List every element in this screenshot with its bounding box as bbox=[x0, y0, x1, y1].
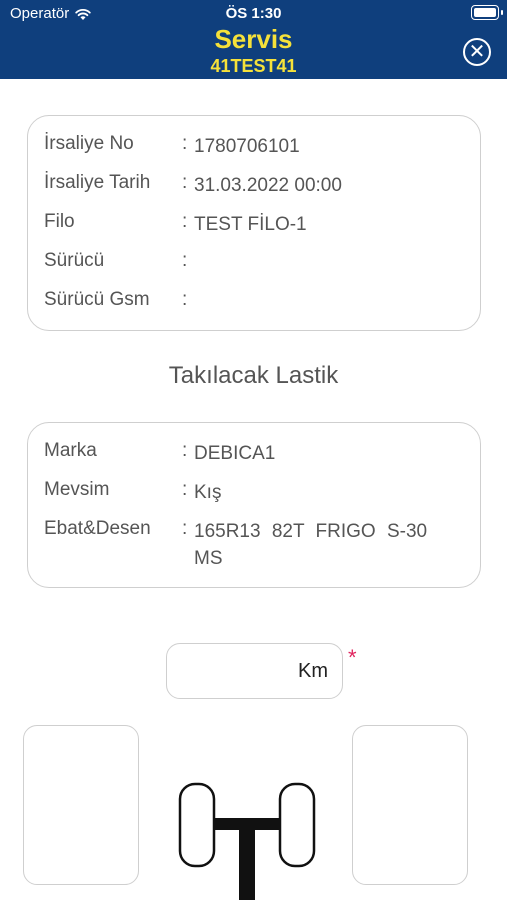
field-separator: : bbox=[182, 172, 188, 193]
field-label: Ebat&Desen bbox=[44, 518, 151, 539]
header-bar: Operatör ÖS 1:30 Servis 41TEST41 ✕ bbox=[0, 0, 507, 79]
field-label: Marka bbox=[44, 440, 97, 461]
tire-info-card: Marka : DEBICA1 Mevsim : Kış Ebat&Desen … bbox=[27, 422, 481, 588]
field-label: İrsaliye Tarih bbox=[44, 172, 151, 193]
tire-slot-front-left[interactable] bbox=[23, 725, 139, 885]
field-label: Mevsim bbox=[44, 479, 110, 500]
field-value bbox=[194, 289, 454, 311]
status-time: ÖS 1:30 bbox=[225, 5, 282, 22]
field-value: DEBICA1 bbox=[194, 443, 276, 464]
field-value: TEST FİLO-1 bbox=[194, 214, 307, 235]
waybill-no-row: İrsaliye No : 1780706101 bbox=[44, 133, 454, 160]
field-value: 31.03.2022 00:00 bbox=[194, 175, 342, 196]
vehicle-axle-diagram bbox=[178, 782, 316, 900]
size-pattern-row: Ebat&Desen : 165R13 82T FRIGO S-30 MS bbox=[44, 518, 449, 572]
season-row: Mevsim : Kış bbox=[44, 479, 454, 506]
field-separator: : bbox=[182, 133, 188, 154]
waybill-date-row: İrsaliye Tarih : 31.03.2022 00:00 bbox=[44, 172, 454, 199]
driver-gsm-row: Sürücü Gsm : bbox=[44, 289, 454, 311]
field-separator: : bbox=[182, 289, 188, 310]
tire-slot-front-right[interactable] bbox=[352, 725, 468, 885]
close-icon[interactable]: ✕ bbox=[463, 38, 491, 66]
km-unit-label: Km bbox=[298, 659, 328, 682]
left-wheel bbox=[178, 782, 216, 868]
right-wheel bbox=[278, 782, 316, 868]
field-label: Sürücü Gsm bbox=[44, 289, 150, 310]
chassis-bar bbox=[239, 818, 255, 900]
fleet-row: Filo : TEST FİLO-1 bbox=[44, 211, 454, 238]
field-value: 1780706101 bbox=[194, 136, 300, 157]
required-mark: * bbox=[348, 645, 357, 670]
field-label: İrsaliye No bbox=[44, 133, 134, 154]
brand-row: Marka : DEBICA1 bbox=[44, 440, 454, 467]
field-label: Filo bbox=[44, 211, 75, 232]
field-label: Sürücü bbox=[44, 250, 105, 271]
field-separator: : bbox=[182, 440, 188, 461]
section-title: Takılacak Lastik bbox=[168, 362, 339, 389]
km-input[interactable]: Km bbox=[166, 643, 343, 699]
status-bar: Operatör ÖS 1:30 bbox=[0, 0, 507, 26]
field-separator: : bbox=[182, 479, 188, 500]
field-separator: : bbox=[182, 211, 188, 232]
page-title: Servis bbox=[214, 24, 293, 54]
field-value bbox=[194, 250, 454, 272]
page-subtitle: 41TEST41 bbox=[210, 56, 297, 76]
battery-icon bbox=[471, 5, 503, 20]
driver-row: Sürücü : bbox=[44, 250, 454, 272]
field-separator: : bbox=[182, 250, 188, 271]
field-value: 165R13 82T FRIGO S-30 MS bbox=[194, 521, 428, 569]
field-value: Kış bbox=[194, 482, 222, 503]
field-separator: : bbox=[182, 518, 188, 539]
waybill-info-card: İrsaliye No : 1780706101 İrsaliye Tarih … bbox=[27, 115, 481, 331]
